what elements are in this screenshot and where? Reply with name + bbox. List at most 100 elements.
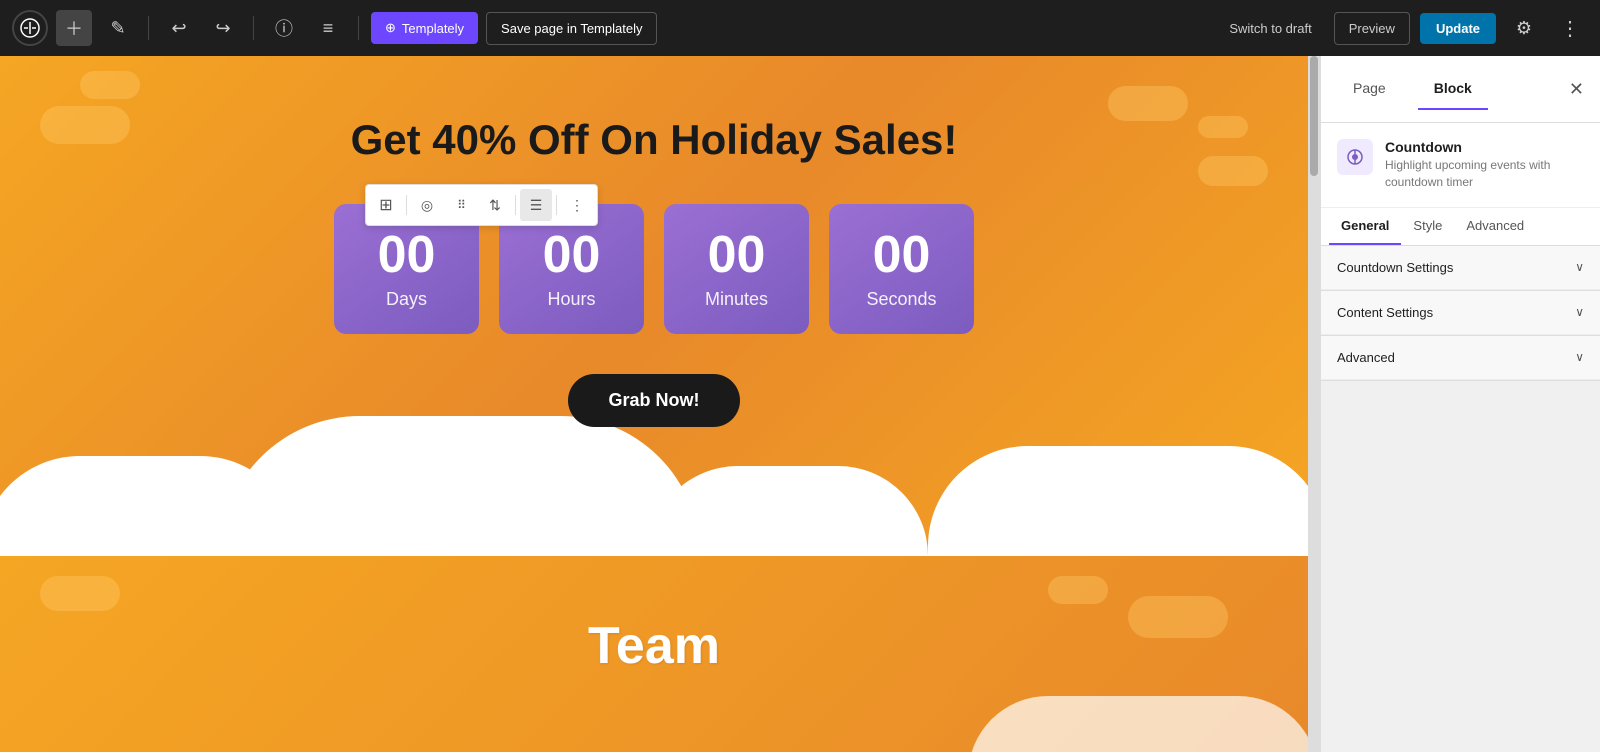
panel-tabs: General Style Advanced bbox=[1321, 208, 1600, 246]
target-button[interactable]: ◎ bbox=[411, 189, 443, 221]
plus-icon: ＋ bbox=[65, 15, 83, 41]
advanced-label: Advanced bbox=[1337, 350, 1395, 365]
list-button[interactable]: ≡ bbox=[310, 10, 346, 46]
countdown-minutes: 00 Minutes bbox=[664, 204, 809, 334]
block-description: Highlight upcoming events with countdown… bbox=[1385, 157, 1584, 191]
block-text: Countdown Highlight upcoming events with… bbox=[1385, 139, 1584, 191]
cloud-bottom-center bbox=[220, 416, 700, 556]
seconds-value: 00 bbox=[873, 229, 931, 281]
block-type-button[interactable]: ⊞ bbox=[370, 189, 402, 221]
save-label: Save page in Templately bbox=[501, 21, 642, 36]
more-options-button[interactable]: ⋮ bbox=[1552, 10, 1588, 46]
drag-button[interactable]: ⠿ bbox=[445, 189, 477, 221]
countdown-settings-header[interactable]: Countdown Settings ∨ bbox=[1321, 246, 1600, 290]
info-icon: ⓘ bbox=[275, 15, 293, 41]
preview-button[interactable]: Preview bbox=[1334, 12, 1410, 45]
hours-value: 00 bbox=[543, 229, 601, 281]
undo-icon: ↩ bbox=[171, 18, 186, 39]
more-float-icon: ⋮ bbox=[570, 197, 584, 214]
scrollbar-thumb[interactable] bbox=[1310, 56, 1318, 176]
switch-draft-label: Switch to draft bbox=[1229, 21, 1311, 36]
wp-logo[interactable] bbox=[12, 10, 48, 46]
panel-tab-style[interactable]: Style bbox=[1401, 208, 1454, 245]
advanced-chevron: ∨ bbox=[1575, 350, 1584, 364]
preview-label: Preview bbox=[1349, 21, 1395, 36]
panel-tab-advanced[interactable]: Advanced bbox=[1454, 208, 1536, 245]
top-toolbar: ＋ ✎ ↩ ↪ ⓘ ≡ ⊕ Templately Save page in Te… bbox=[0, 0, 1600, 56]
templately-icon: ⊕ bbox=[385, 20, 396, 36]
hours-label: Hours bbox=[547, 289, 595, 310]
s2-deco-cloud-1 bbox=[40, 576, 120, 611]
hero-section: ⊞ ◎ ⠿ ⇅ ☰ bbox=[0, 56, 1308, 556]
tab-block[interactable]: Block bbox=[1418, 68, 1488, 110]
drag-icon: ⠿ bbox=[457, 198, 465, 212]
s2-deco-cloud-2 bbox=[1128, 596, 1228, 638]
editor-canvas: ⊞ ◎ ⠿ ⇅ ☰ bbox=[0, 56, 1308, 752]
cloud-bottom-far-right bbox=[648, 466, 928, 556]
redo-button[interactable]: ↪ bbox=[205, 10, 241, 46]
minutes-label: Minutes bbox=[705, 289, 768, 310]
align-icon: ☰ bbox=[530, 197, 543, 214]
team-title: Team bbox=[588, 616, 720, 676]
switch-draft-button[interactable]: Switch to draft bbox=[1217, 13, 1323, 44]
main-area: ⊞ ◎ ⠿ ⇅ ☰ bbox=[0, 56, 1600, 752]
arrows-button[interactable]: ⇅ bbox=[479, 189, 511, 221]
cta-button[interactable]: Grab Now! bbox=[568, 374, 739, 427]
save-page-button[interactable]: Save page in Templately bbox=[486, 12, 657, 45]
grid-icon: ⊞ bbox=[379, 195, 392, 215]
pencil-icon: ✎ bbox=[110, 18, 125, 39]
arrows-icon: ⇅ bbox=[489, 197, 501, 214]
undo-button[interactable]: ↩ bbox=[161, 10, 197, 46]
update-button[interactable]: Update bbox=[1420, 13, 1496, 44]
page-content: ⊞ ◎ ⠿ ⇅ ☰ bbox=[0, 56, 1308, 752]
update-label: Update bbox=[1436, 21, 1480, 36]
team-section: Team bbox=[0, 556, 1308, 752]
settings-button[interactable]: ⚙ bbox=[1506, 10, 1542, 46]
toolbar-divider-2 bbox=[253, 16, 254, 40]
countdown-settings-label: Countdown Settings bbox=[1337, 260, 1453, 275]
cta-label: Grab Now! bbox=[608, 390, 699, 410]
days-value: 00 bbox=[378, 229, 436, 281]
templately-label: Templately bbox=[402, 21, 464, 36]
info-button[interactable]: ⓘ bbox=[266, 10, 302, 46]
edit-button[interactable]: ✎ bbox=[100, 10, 136, 46]
content-settings-header[interactable]: Content Settings ∨ bbox=[1321, 291, 1600, 335]
block-info: Countdown Highlight upcoming events with… bbox=[1321, 123, 1600, 208]
cloud-bottom-right bbox=[928, 446, 1308, 556]
templately-button[interactable]: ⊕ Templately bbox=[371, 12, 478, 44]
toolbar-divider-3 bbox=[358, 16, 359, 40]
canvas-wrapper: ⊞ ◎ ⠿ ⇅ ☰ bbox=[0, 56, 1320, 752]
block-name: Countdown bbox=[1385, 139, 1584, 155]
sidebar-close-button[interactable]: ✕ bbox=[1569, 79, 1584, 100]
float-divider-2 bbox=[515, 195, 516, 215]
toolbar-right: Switch to draft Preview Update ⚙ ⋮ bbox=[1217, 10, 1588, 46]
accordion-countdown-settings: Countdown Settings ∨ bbox=[1321, 246, 1600, 291]
block-type-icon bbox=[1337, 139, 1373, 175]
add-block-button[interactable]: ＋ bbox=[56, 10, 92, 46]
redo-icon: ↪ bbox=[215, 18, 230, 39]
more-float-button[interactable]: ⋮ bbox=[561, 189, 593, 221]
accordion-advanced: Advanced ∨ bbox=[1321, 336, 1600, 381]
minutes-value: 00 bbox=[708, 229, 766, 281]
days-label: Days bbox=[386, 289, 427, 310]
advanced-header[interactable]: Advanced ∨ bbox=[1321, 336, 1600, 380]
panel-tab-general[interactable]: General bbox=[1329, 208, 1401, 245]
list-icon: ≡ bbox=[323, 18, 334, 39]
float-divider-3 bbox=[556, 195, 557, 215]
sidebar-tabs: Page Block bbox=[1337, 68, 1488, 110]
tab-page[interactable]: Page bbox=[1337, 68, 1402, 110]
right-sidebar: Page Block ✕ Countdown Highlight upcomin… bbox=[1320, 56, 1600, 752]
float-divider-1 bbox=[406, 195, 407, 215]
countdown-container: 00 Days 00 Hours 00 Minutes 00 bbox=[40, 204, 1268, 334]
countdown-seconds: 00 Seconds bbox=[829, 204, 974, 334]
hero-title: Get 40% Off On Holiday Sales! bbox=[40, 116, 1268, 164]
sidebar-header: Page Block ✕ bbox=[1321, 56, 1600, 123]
target-icon: ◎ bbox=[421, 197, 433, 214]
scrollbar-track[interactable] bbox=[1308, 56, 1320, 752]
countdown-settings-chevron: ∨ bbox=[1575, 260, 1584, 274]
align-button[interactable]: ☰ bbox=[520, 189, 552, 221]
s2-deco-cloud-3 bbox=[1048, 576, 1108, 604]
ellipsis-icon: ⋮ bbox=[1560, 16, 1580, 41]
s2-cloud-bottom bbox=[968, 696, 1308, 752]
content-settings-label: Content Settings bbox=[1337, 305, 1433, 320]
